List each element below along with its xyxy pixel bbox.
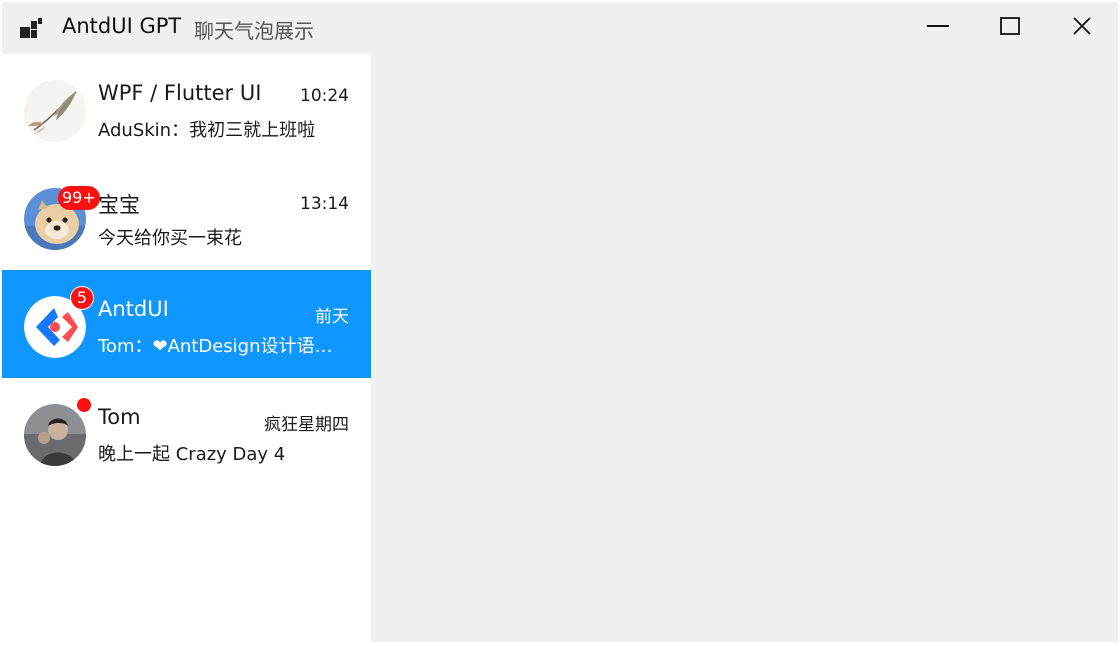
conversation-list: WPF / Flutter UI 10:24 AduSkin：我初三就上班啦 9… <box>2 54 371 642</box>
minimize-button[interactable] <box>902 2 974 54</box>
conversation-name: Tom <box>98 405 141 429</box>
window-subtitle: 聊天气泡展示 <box>194 19 314 43</box>
maximize-icon <box>1000 16 1020 40</box>
conversation-last-message: 晚上一起 Crazy Day 4 <box>98 444 286 465</box>
conversation-time: 疯狂星期四 <box>264 415 349 435</box>
unread-count-badge: 5 <box>70 286 94 310</box>
conversation-time: 13:14 <box>300 194 349 214</box>
conversation-last-message: 今天给你买一束花 <box>98 228 242 249</box>
chat-content-area[interactable] <box>371 54 1118 642</box>
conversation-last-message: AduSkin：我初三就上班啦 <box>98 120 316 141</box>
conversation-item-tom[interactable]: Tom 疯狂星期四 晚上一起 Crazy Day 4 <box>2 378 371 486</box>
conversation-name: 宝宝 <box>98 193 140 217</box>
person-avatar <box>24 404 86 466</box>
unread-dot <box>77 398 91 412</box>
title-bar[interactable]: AntdUI GPT 聊天气泡展示 <box>2 2 1118 54</box>
close-button[interactable] <box>1046 2 1118 54</box>
conversation-name: WPF / Flutter UI <box>98 81 262 105</box>
minimize-icon <box>927 15 949 41</box>
close-icon <box>1073 17 1091 39</box>
conversation-name: AntdUI <box>98 297 169 321</box>
conversation-time: 前天 <box>315 307 349 327</box>
feather-avatar <box>24 80 86 142</box>
conversation-item-wpf-flutter-ui[interactable]: WPF / Flutter UI 10:24 AduSkin：我初三就上班啦 <box>2 54 371 162</box>
maximize-button[interactable] <box>974 2 1046 54</box>
window-title: AntdUI GPT <box>62 14 182 38</box>
conversation-item-baobao[interactable]: 99+ 宝宝 13:14 今天给你买一束花 <box>2 162 371 270</box>
app-window: AntdUI GPT 聊天气泡展示 WPF / Flutter UI 10:24… <box>2 2 1118 642</box>
unread-count-badge: 99+ <box>58 186 100 210</box>
conversation-item-antdui[interactable]: 5 AntdUI 前天 Tom：❤AntDesign设计语言的Winform界面… <box>2 270 371 378</box>
app-logo-icon <box>20 18 42 38</box>
conversation-last-message: Tom：❤AntDesign设计语言的Winform界面库 <box>98 336 350 357</box>
conversation-time: 10:24 <box>300 86 349 106</box>
